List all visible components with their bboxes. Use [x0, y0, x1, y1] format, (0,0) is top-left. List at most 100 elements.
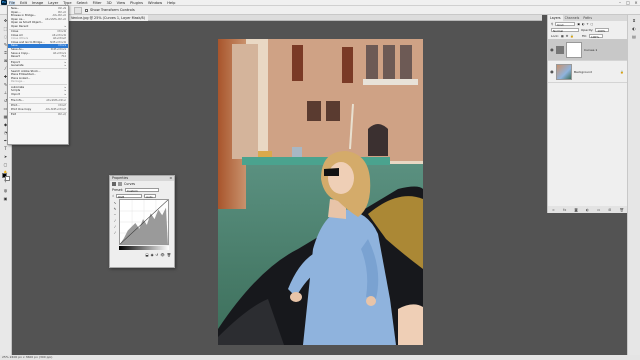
link-layers-icon[interactable]: ∞	[552, 208, 555, 212]
adjustments-panel-icon[interactable]: ◐	[631, 25, 638, 31]
menu-item-shortcut: ▸	[64, 93, 66, 97]
file-menu-dropdown[interactable]: New... Ctrl+N Open... Ctrl+O Browse in Bridg…	[7, 5, 69, 145]
new-adjustment-icon[interactable]: ◐	[586, 208, 589, 212]
panel-menu-icon[interactable]: ≡	[169, 176, 172, 181]
menu-item-shortcut: F12	[61, 55, 66, 59]
curves-adjustment-icon	[112, 182, 116, 186]
menu-select[interactable]: Select	[77, 1, 88, 5]
file-menu-item[interactable]: Print One Copy Alt+Shift+Ctrl+P	[8, 107, 68, 112]
file-menu-item[interactable]: Exit Ctrl+Q	[8, 113, 68, 117]
libraries-panel-icon[interactable]: ▤	[631, 33, 638, 39]
file-menu-item[interactable]: Open Recent ▸	[8, 24, 68, 29]
add-mask-icon[interactable]: ◙	[574, 208, 577, 212]
fill-label: Fill:	[581, 34, 587, 38]
screen-mode-icon[interactable]: ▣	[2, 195, 9, 201]
menu-item-label: File Info...	[11, 97, 24, 102]
file-menu-item[interactable]: Revert F12	[8, 55, 68, 59]
background-color-swatch[interactable]	[5, 176, 10, 181]
menu-type[interactable]: Type	[63, 1, 71, 5]
target-adjust-icon[interactable]: ☝	[112, 194, 114, 198]
filter-pixel-icon[interactable]: ▣	[577, 22, 580, 26]
menu-item-label: Package...	[11, 79, 25, 84]
lock-pixels-icon[interactable]: ▦	[561, 34, 564, 38]
fill-field[interactable]: 100%	[589, 34, 603, 39]
menu-item-label: Exit	[11, 112, 17, 117]
lock-position-icon[interactable]: ✥	[566, 34, 569, 38]
tab-paths[interactable]: Paths	[581, 15, 594, 21]
layer-row-background[interactable]: ● Background 🔒	[548, 61, 627, 83]
close-icon[interactable]: ×	[634, 1, 638, 5]
menu-3d[interactable]: 3D	[107, 1, 112, 5]
file-menu-item[interactable]: File Info... Alt+Shift+Ctrl+I	[8, 97, 68, 103]
tool-preset-picker[interactable]	[74, 6, 82, 14]
properties-panel[interactable]: Properties ≡ Curves Preset: Custom ☝ RGB…	[109, 175, 175, 268]
filter-type-icon[interactable]: T	[587, 22, 589, 26]
minimize-icon[interactable]: –	[618, 1, 622, 5]
menu-item-shortcut: Alt+Shift+Ctrl+I	[46, 98, 66, 102]
menu-filter[interactable]: Filter	[93, 1, 102, 5]
menu-item-shortcut: ▸	[64, 24, 66, 28]
draw-curve-icon[interactable]: ✎	[114, 207, 117, 211]
history-panel-icon[interactable]: ⧗	[631, 17, 638, 23]
layer-style-icon[interactable]: fx	[563, 208, 566, 212]
black-eyedropper-icon[interactable]: ⁄	[115, 219, 116, 223]
new-layer-icon[interactable]: ⊞	[608, 208, 611, 212]
tab-layers[interactable]: Layers	[548, 15, 563, 21]
opacity-field[interactable]: 100%	[595, 28, 610, 33]
delete-icon[interactable]: 🗑	[167, 253, 171, 257]
canvas-workspace[interactable]: Properties ≡ Curves Preset: Custom ☝ RGB…	[12, 21, 542, 355]
edit-points-icon[interactable]: ∿	[114, 201, 117, 205]
show-transform-controls-label: Show Transform Controls	[90, 8, 135, 12]
show-transform-controls-checkbox[interactable]	[85, 8, 88, 12]
maximize-icon[interactable]: □	[626, 1, 630, 5]
file-menu-item[interactable]: Import ▸	[8, 92, 68, 97]
white-eyedropper-icon[interactable]: ⁄	[115, 231, 116, 235]
menu-help[interactable]: Help	[167, 1, 175, 5]
visibility-eye-icon[interactable]: ●	[550, 47, 554, 52]
layer-mask-thumbnail[interactable]	[566, 41, 582, 58]
delete-layer-icon[interactable]: 🗑	[619, 208, 623, 212]
menu-image[interactable]: Image	[32, 1, 43, 5]
menu-item-shortcut: Alt+Shift+Ctrl+P	[45, 107, 66, 111]
layer-thumbnail[interactable]	[556, 63, 572, 80]
rectangle-tool-icon[interactable]: ▢	[2, 161, 9, 167]
gray-eyedropper-icon[interactable]: ⁄	[115, 225, 116, 229]
layer-name[interactable]: Curves 1	[584, 48, 597, 52]
filter-adjustment-icon[interactable]: ◐	[582, 22, 585, 26]
adjustment-name: Curves	[124, 182, 136, 186]
menu-file[interactable]: File	[9, 0, 16, 5]
status-bar: 25% 2400 px x 3600 px (300 ppi)	[0, 355, 640, 360]
document-canvas-photo[interactable]	[218, 39, 423, 345]
file-menu-item[interactable]: Generate ▸	[8, 64, 68, 68]
menu-edit[interactable]: Edit	[20, 1, 27, 5]
channel-select[interactable]: RGB	[116, 194, 143, 199]
lock-all-icon[interactable]: 🔒	[570, 34, 574, 38]
curves-graph[interactable]	[119, 199, 169, 245]
smooth-icon[interactable]: ~	[114, 213, 117, 217]
menu-plugins[interactable]: Plugins	[130, 1, 143, 5]
visibility-eye-icon[interactable]: ●	[550, 69, 554, 74]
new-group-icon[interactable]: ▭	[597, 208, 600, 212]
clip-to-layer-icon[interactable]: ⬓	[145, 253, 148, 257]
layer-row-curves[interactable]: ● Curves 1	[548, 39, 627, 61]
quick-mask-icon[interactable]: ◍	[2, 187, 9, 193]
reset-icon[interactable]: ↺	[156, 253, 159, 257]
menu-window[interactable]: Window	[148, 1, 162, 5]
type-tool-icon[interactable]: T	[2, 145, 9, 151]
file-menu-item[interactable]: Package...	[8, 80, 68, 84]
blend-mode-select[interactable]: Normal	[551, 28, 579, 33]
menu-item-shortcut: ▸	[64, 64, 66, 68]
filter-shape-icon[interactable]: ▢	[591, 22, 594, 26]
layer-name[interactable]: Background	[574, 70, 592, 74]
tab-channels[interactable]: Channels	[563, 15, 582, 21]
layers-panel[interactable]: Layers Channels Paths ⚲ Kind ▣ ◐ T ▢ Nor…	[547, 15, 628, 213]
preset-select[interactable]: Custom	[125, 188, 160, 193]
visibility-icon[interactable]: 👁	[160, 253, 164, 257]
path-selection-tool-icon[interactable]: ➤	[2, 153, 9, 159]
output-gradient-bar	[119, 246, 169, 250]
kind-filter-select[interactable]: Kind	[555, 22, 576, 27]
menu-view[interactable]: View	[117, 1, 126, 5]
view-previous-icon[interactable]: ◉	[151, 253, 154, 257]
auto-button[interactable]: Auto	[144, 194, 157, 199]
menu-layer[interactable]: Layer	[48, 1, 58, 5]
